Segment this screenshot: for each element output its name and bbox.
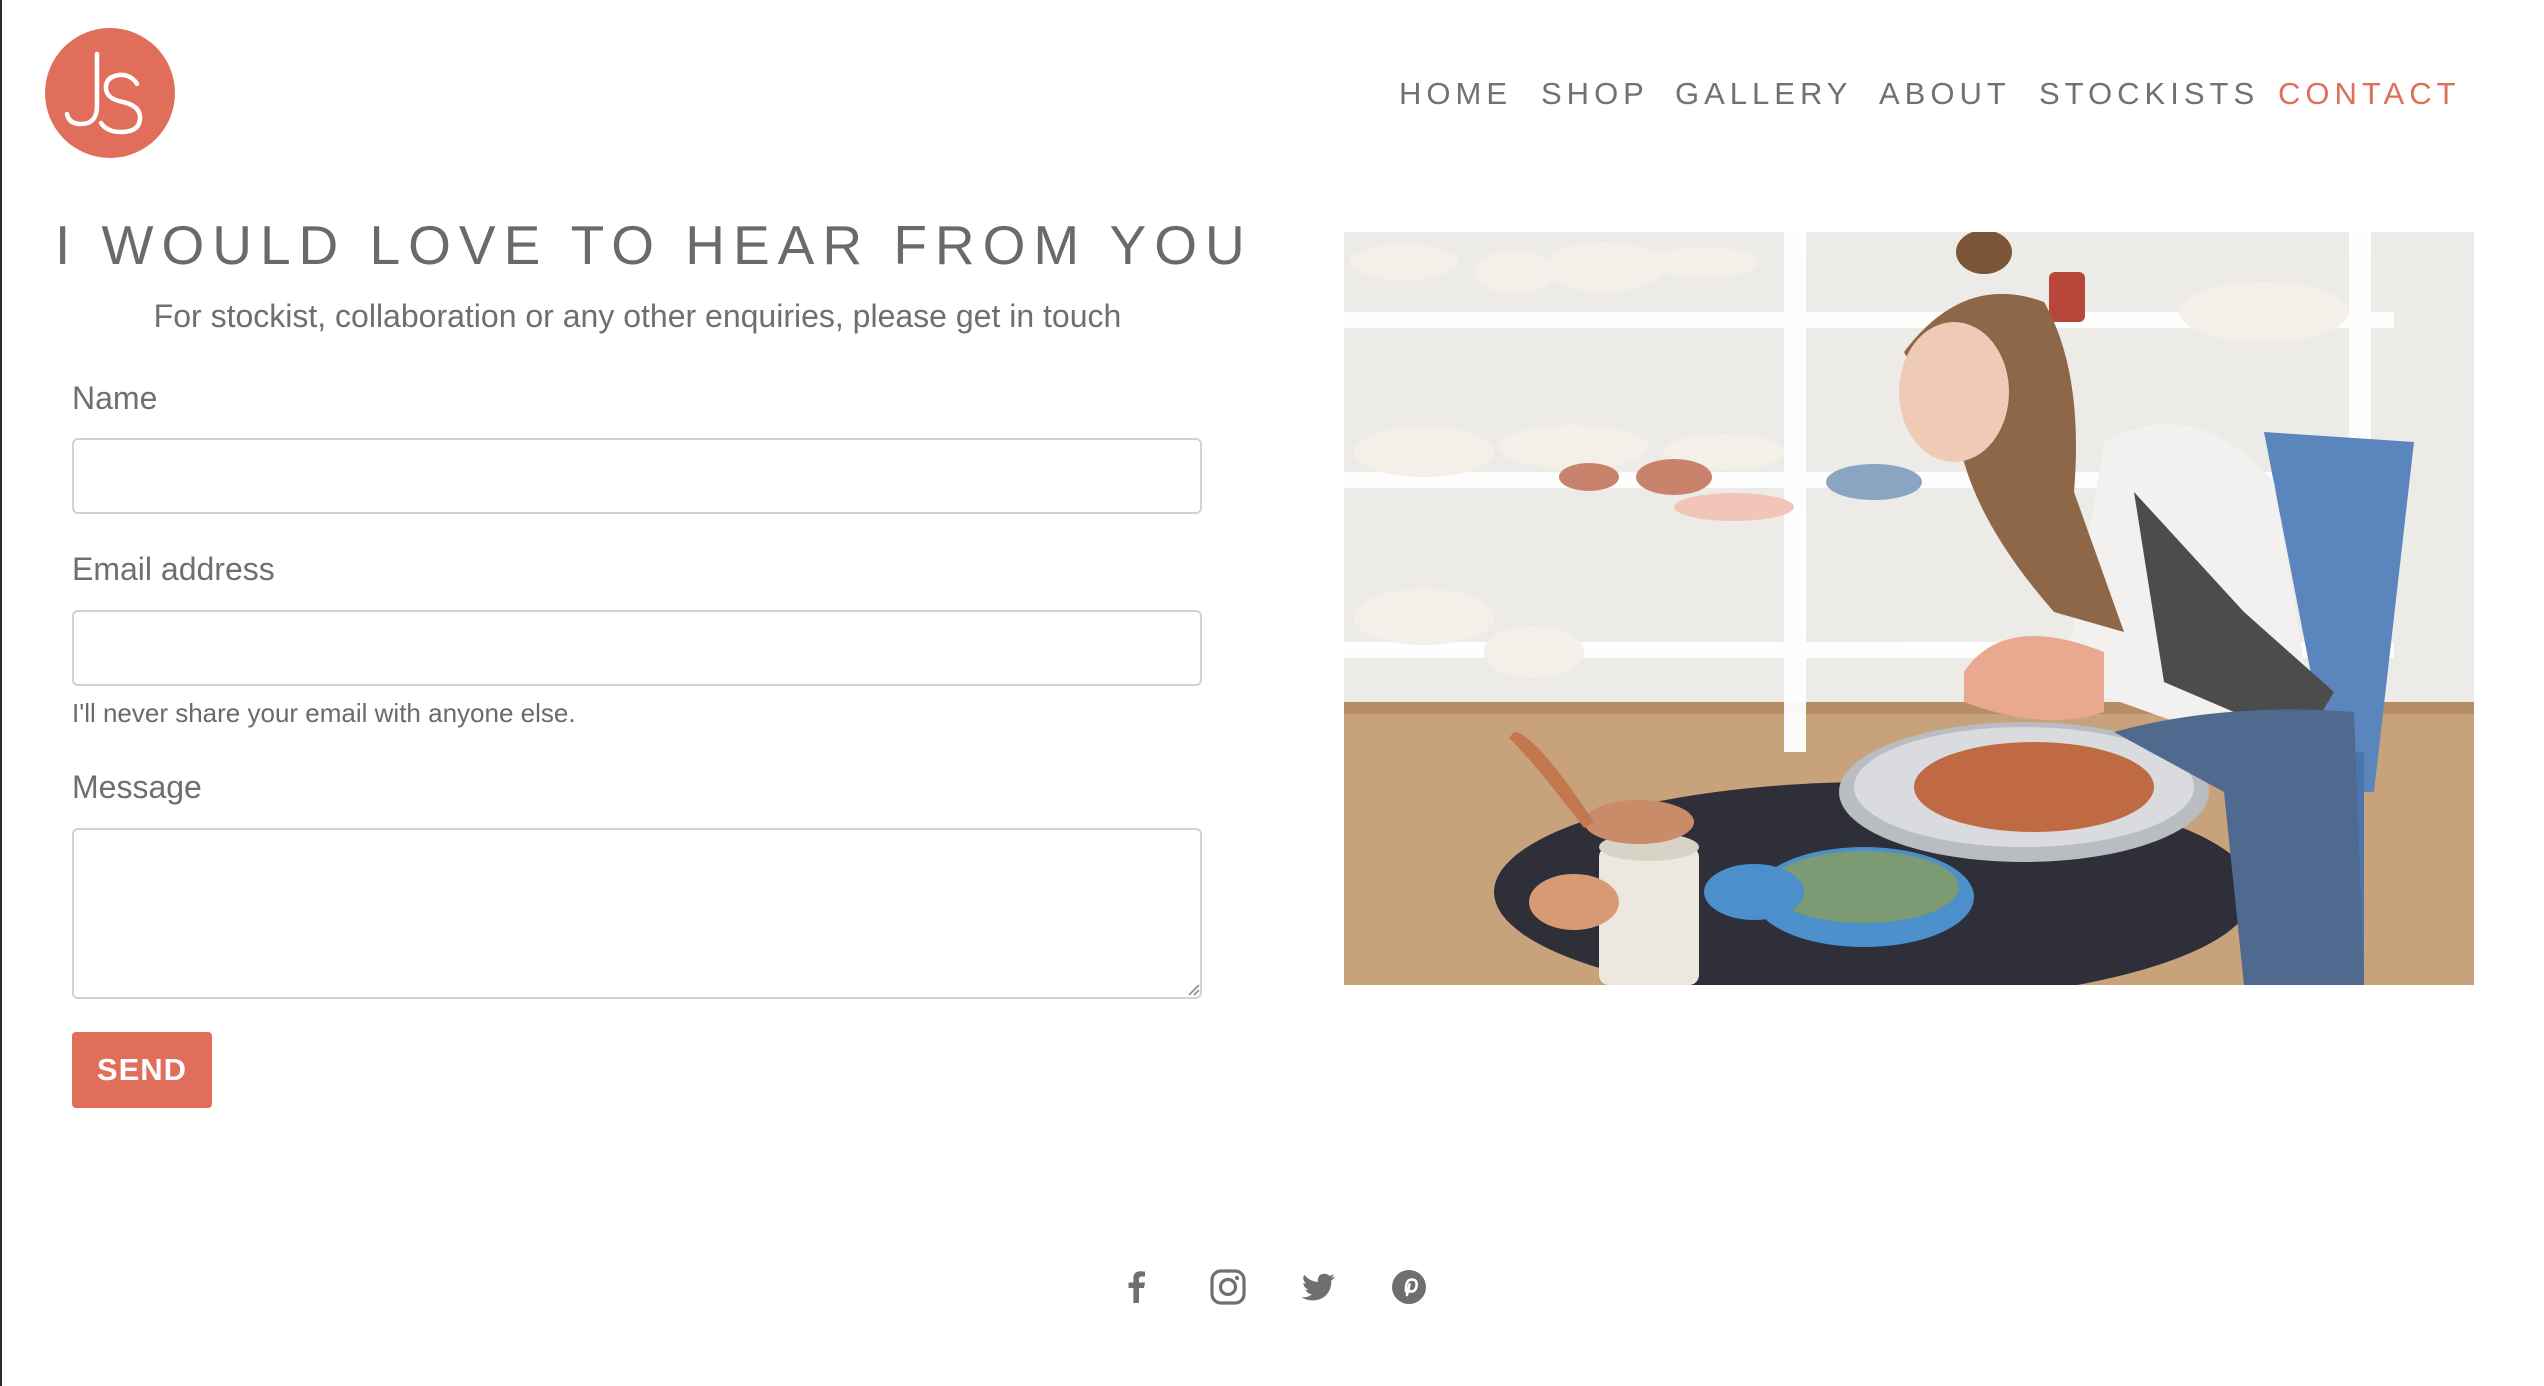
instagram-icon[interactable]	[1203, 1262, 1253, 1312]
send-button[interactable]: SEND	[72, 1032, 212, 1108]
twitter-icon[interactable]	[1293, 1262, 1343, 1312]
logo[interactable]	[45, 28, 175, 158]
message-label: Message	[72, 769, 202, 805]
nav-contact[interactable]: CONTACT	[2278, 72, 2461, 116]
nav-stockists[interactable]: STOCKISTS	[2039, 72, 2259, 116]
nav-about[interactable]: ABOUT	[1879, 72, 2011, 116]
facebook-icon[interactable]	[1112, 1262, 1162, 1312]
js-monogram-icon	[64, 51, 143, 135]
pottery-photo	[1344, 232, 2474, 985]
email-label: Email address	[72, 551, 275, 587]
pinterest-icon[interactable]	[1384, 1262, 1434, 1312]
nav-home[interactable]: HOME	[1399, 72, 1512, 116]
page-subtitle: For stockist, collaboration or any other…	[153, 298, 1122, 334]
email-privacy-hint: I'll never share your email with anyone …	[72, 698, 576, 728]
resize-grip-icon[interactable]	[1184, 980, 1200, 996]
name-label: Name	[72, 380, 158, 416]
nav-gallery[interactable]: GALLERY	[1675, 72, 1852, 116]
page-title: I WOULD LOVE TO HEAR FROM YOU	[55, 214, 1253, 276]
name-input[interactable]	[72, 438, 1202, 514]
window-edge	[0, 0, 2, 1386]
email-input[interactable]	[72, 610, 1202, 686]
message-textarea[interactable]	[72, 828, 1202, 999]
nav-shop[interactable]: SHOP	[1541, 72, 1649, 116]
